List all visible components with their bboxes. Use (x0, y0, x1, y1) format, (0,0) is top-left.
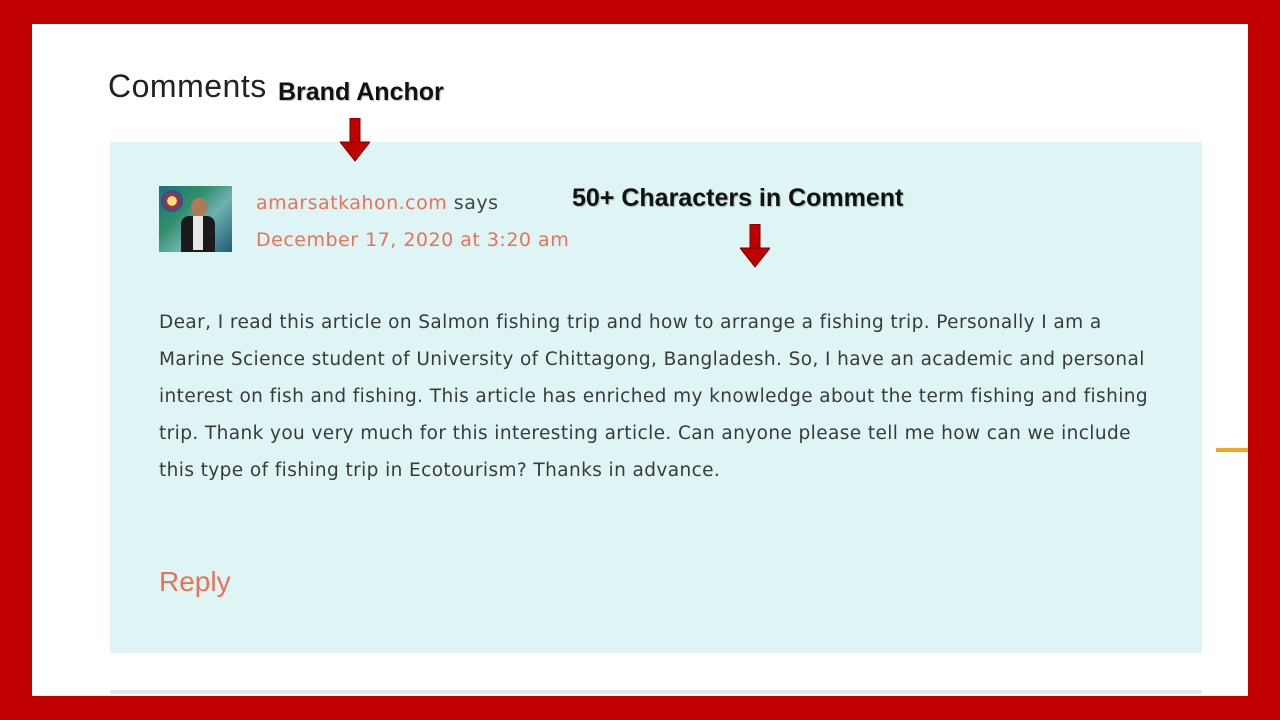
comment-author-line: amarsatkahon.com says (256, 192, 498, 214)
reply-link[interactable]: Reply (159, 566, 231, 598)
slide-canvas: Comments amarsatkahon.com says December … (32, 24, 1248, 696)
characters-annotation: 50+ Characters in Comment (572, 184, 904, 212)
author-avatar[interactable] (159, 186, 232, 252)
author-link[interactable]: amarsatkahon.com (256, 192, 447, 214)
badge-icon (161, 190, 183, 212)
side-accent-bar (1216, 448, 1248, 452)
brand-anchor-annotation: Brand Anchor (278, 78, 444, 106)
comment-body: Dear, I read this article on Salmon fish… (159, 312, 1149, 481)
comment-card: amarsatkahon.com says December 17, 2020 … (110, 142, 1202, 653)
says-label: says (453, 192, 499, 214)
arrow-down-icon (340, 118, 370, 162)
next-comment-divider (110, 690, 1202, 694)
comments-heading: Comments (108, 68, 267, 104)
comment-date-link[interactable]: December 17, 2020 at 3:20 am (256, 229, 569, 251)
arrow-down-icon (740, 224, 770, 268)
